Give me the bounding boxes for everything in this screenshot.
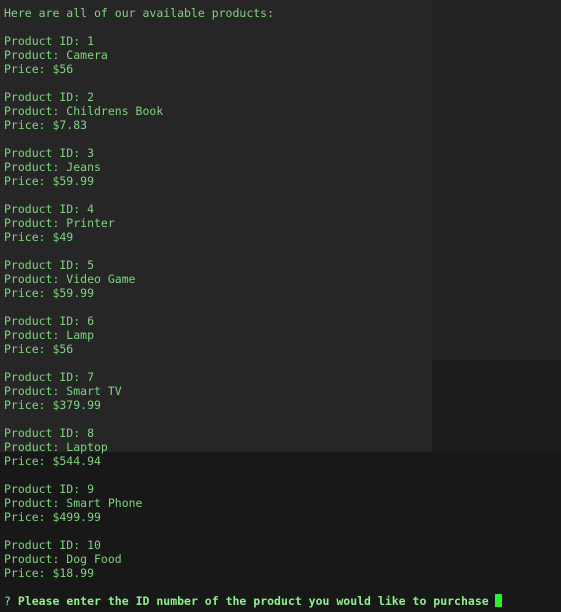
prompt-marker: ? <box>4 594 11 608</box>
product-entry: Product ID: 5 Product: Video Game Price:… <box>4 258 561 314</box>
product-entry: Product ID: 7 Product: Smart TV Price: $… <box>4 370 561 426</box>
product-id-line: Product ID: 10 <box>4 538 101 552</box>
product-name-line: Product: Laptop <box>4 440 108 454</box>
product-price-line: Price: $59.99 <box>4 286 95 300</box>
product-name-line: Product: Childrens Book <box>4 104 164 118</box>
product-id-line: Product ID: 1 <box>4 34 95 48</box>
product-id-line: Product ID: 8 <box>4 426 95 440</box>
product-id-line: Product ID: 7 <box>4 370 95 384</box>
product-name-line: Product: Smart TV <box>4 384 122 398</box>
product-name-line: Product: Dog Food <box>4 552 122 566</box>
product-name-line: Product: Camera <box>4 48 108 62</box>
product-price-line: Price: $499.99 <box>4 510 101 524</box>
product-name-line: Product: Jeans <box>4 160 101 174</box>
text-cursor[interactable] <box>494 594 502 607</box>
product-name-line: Product: Printer <box>4 216 115 230</box>
product-price-line: Price: $7.83 <box>4 118 88 132</box>
product-id-line: Product ID: 5 <box>4 258 95 272</box>
product-entry: Product ID: 10 Product: Dog Food Price: … <box>4 538 561 580</box>
product-id-line: Product ID: 3 <box>4 146 95 160</box>
product-entry: Product ID: 2 Product: Childrens Book Pr… <box>4 90 561 146</box>
product-name-line: Product: Video Game <box>4 272 136 286</box>
product-entry: Product ID: 3 Product: Jeans Price: $59.… <box>4 146 561 202</box>
input-prompt[interactable]: ? Please enter the ID number of the prod… <box>4 594 502 608</box>
product-price-line: Price: $56 <box>4 62 74 76</box>
product-entry: Product ID: 1 Product: Camera Price: $56 <box>4 34 561 90</box>
product-price-line: Price: $59.99 <box>4 174 95 188</box>
product-price-line: Price: $56 <box>4 342 74 356</box>
product-id-line: Product ID: 6 <box>4 314 95 328</box>
product-id-line: Product ID: 2 <box>4 90 95 104</box>
product-entry: Product ID: 4 Product: Printer Price: $4… <box>4 202 561 258</box>
product-price-line: Price: $544.94 <box>4 454 101 468</box>
product-price-line: Price: $18.99 <box>4 566 95 580</box>
product-price-line: Price: $49 <box>4 230 74 244</box>
product-id-line: Product ID: 4 <box>4 202 95 216</box>
product-entry: Product ID: 8 Product: Laptop Price: $54… <box>4 426 561 482</box>
terminal-output: Here are all of our available products: … <box>4 6 561 580</box>
product-id-line: Product ID: 9 <box>4 482 95 496</box>
product-entry: Product ID: 9 Product: Smart Phone Price… <box>4 482 561 538</box>
product-name-line: Product: Lamp <box>4 328 95 342</box>
prompt-text: Please enter the ID number of the produc… <box>17 594 489 608</box>
product-entry: Product ID: 6 Product: Lamp Price: $56 <box>4 314 561 370</box>
product-price-line: Price: $379.99 <box>4 398 101 412</box>
output-header: Here are all of our available products: <box>4 6 275 20</box>
product-name-line: Product: Smart Phone <box>4 496 143 510</box>
